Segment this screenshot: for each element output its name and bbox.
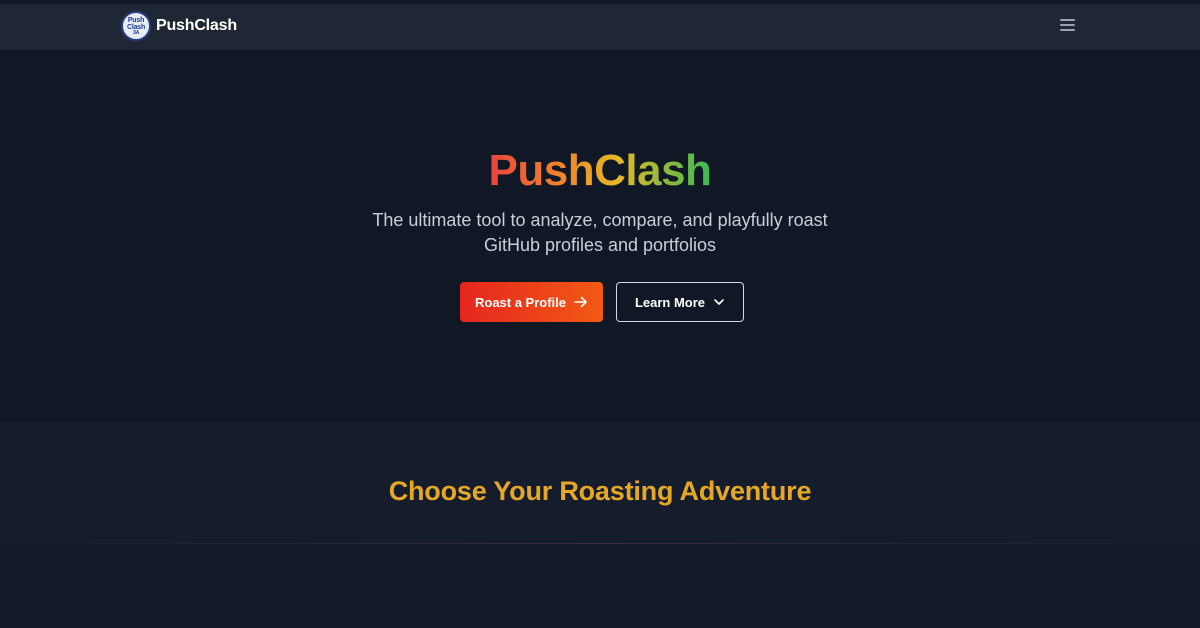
- arrow-right-icon: [574, 296, 587, 308]
- roast-profile-label: Roast a Profile: [474, 294, 567, 310]
- roast-profile-button[interactable]: Roast a Profile: [460, 282, 603, 322]
- learn-more-button[interactable]: Learn More: [616, 282, 744, 322]
- hero-section: PushClash The ultimate tool to analyze, …: [0, 50, 1200, 422]
- lower-section: [0, 544, 1200, 628]
- section-title: Choose Your Roasting Adventure: [388, 476, 812, 506]
- logo-text-line3: ЗА: [132, 29, 140, 36]
- hero-subtitle-line2: GitHub profiles and portfolios: [483, 235, 717, 255]
- hamburger-menu-icon[interactable]: [1060, 18, 1075, 32]
- logo[interactable]: Push Clash ЗА: [121, 11, 151, 41]
- brand-name[interactable]: PushClash: [156, 17, 237, 35]
- learn-more-label: Learn More: [634, 294, 706, 310]
- hero-subtitle-line1: The ultimate tool to analyze, compare, a…: [372, 210, 828, 230]
- hero-subtitle: The ultimate tool to analyze, compare, a…: [300, 208, 900, 258]
- chevron-down-icon: [714, 299, 724, 305]
- adventure-section: Choose Your Roasting Adventure: [0, 422, 1200, 544]
- logo-text-line1: Push: [127, 16, 145, 24]
- navbar: Push Clash ЗА PushClash: [0, 4, 1200, 50]
- hero-title: PushClash: [488, 146, 712, 195]
